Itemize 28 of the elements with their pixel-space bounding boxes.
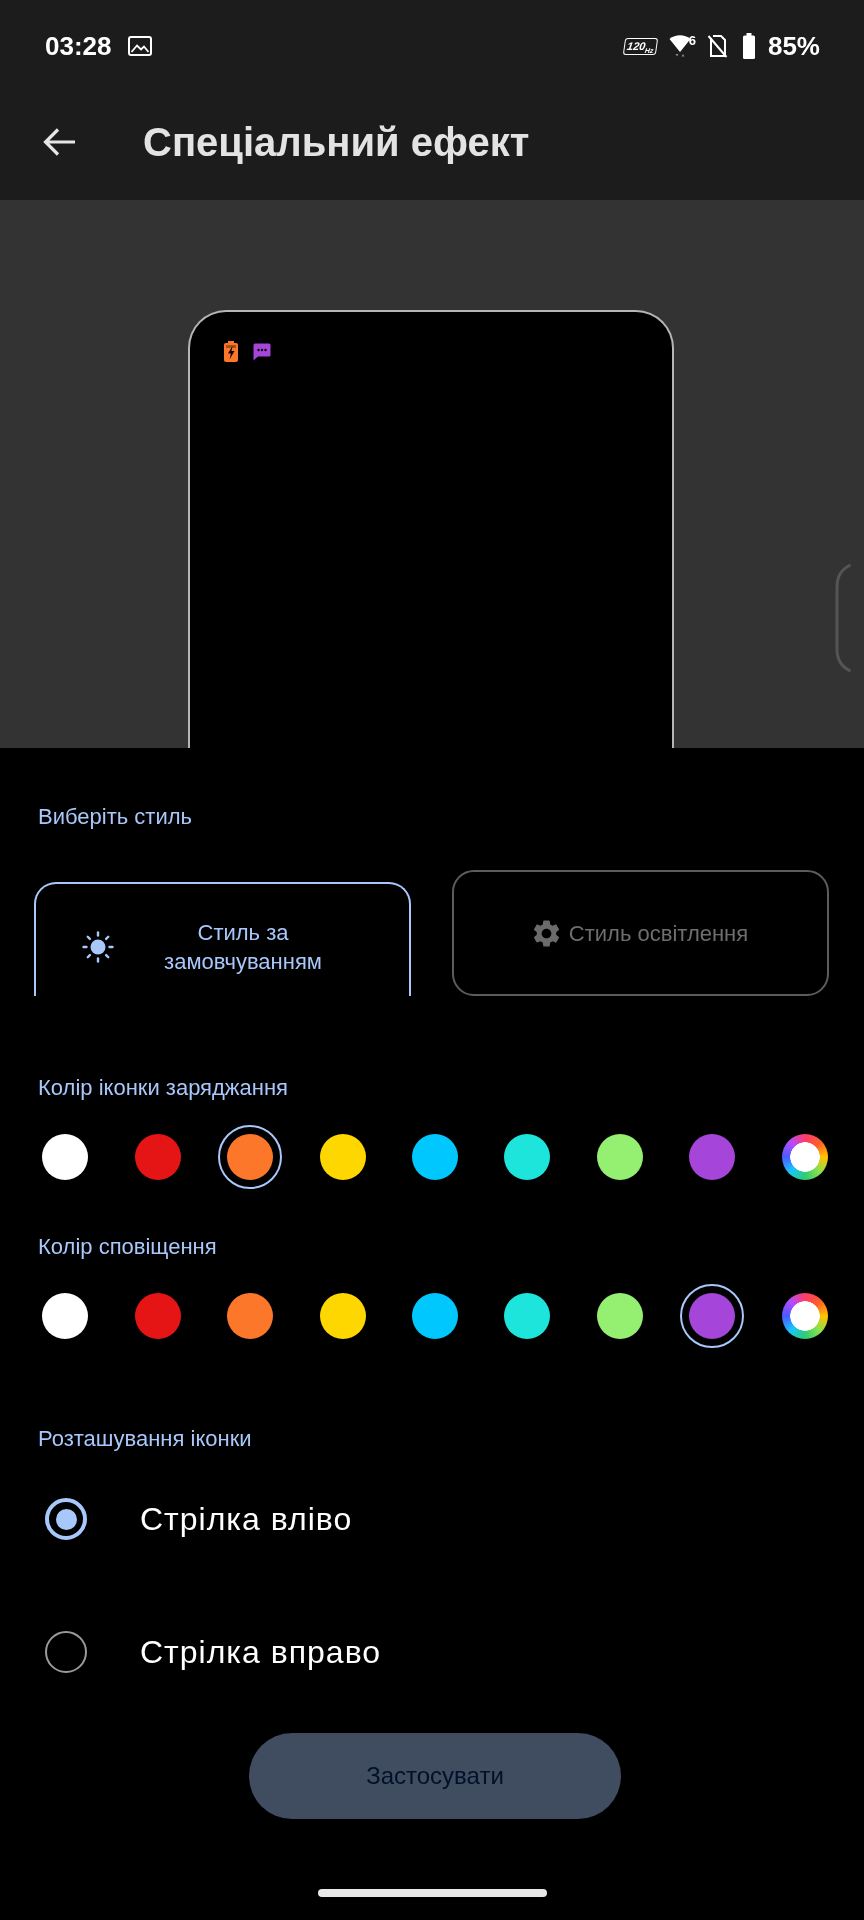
option-label[interactable]: Стрілка вліво	[140, 1500, 353, 1538]
color-option[interactable]	[680, 1284, 745, 1348]
gear-icon	[532, 919, 560, 947]
sun-icon	[82, 931, 114, 963]
option-label[interactable]: Стрілка вправо	[140, 1633, 382, 1671]
wifi-icon	[668, 35, 691, 57]
battery-percent: 85%	[767, 30, 820, 62]
no-sim-icon	[706, 34, 728, 58]
radio-button[interactable]	[45, 1498, 87, 1540]
rainbow-ring-icon	[781, 1134, 828, 1180]
section-label: Колір іконки заряджання	[38, 1074, 289, 1102]
charging-battery-icon	[224, 341, 238, 362]
page-title: Спеціальний ефект	[143, 119, 530, 165]
bracket-icon	[834, 563, 852, 673]
message-icon	[253, 343, 271, 361]
section-label: Розташування іконки	[38, 1425, 252, 1453]
style-option[interactable]: Стиль за замовчуванням	[34, 882, 411, 996]
battery-icon	[742, 33, 755, 59]
image-icon	[127, 36, 152, 56]
section-label: Виберіть стиль	[38, 803, 192, 831]
wifi-standard-label: 6	[688, 33, 696, 48]
style-option[interactable]: Стиль освітлення	[452, 870, 829, 996]
color-option[interactable]	[218, 1125, 283, 1189]
rainbow-ring-icon	[781, 1293, 828, 1339]
section-label: Колір сповіщення	[38, 1233, 217, 1261]
back-arrow-icon[interactable]	[42, 127, 76, 157]
radio-button[interactable]	[45, 1631, 87, 1673]
status-time: 03:28	[45, 30, 112, 62]
